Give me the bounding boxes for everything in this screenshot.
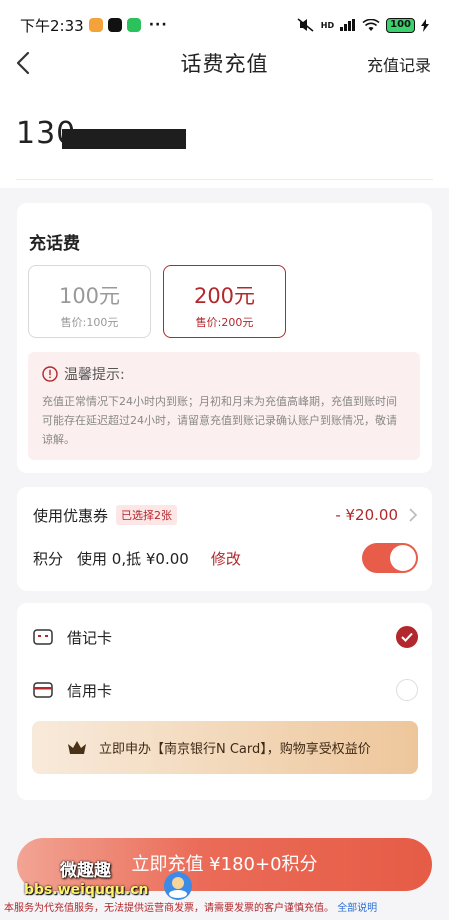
full-description-link[interactable]: 全部说明 bbox=[337, 903, 377, 914]
debit-radio-checked[interactable] bbox=[396, 626, 418, 648]
chevron-right-icon bbox=[409, 508, 418, 522]
credit-card-icon bbox=[33, 682, 53, 698]
coupon-row[interactable]: 使用优惠券 已选择2张 - ¥20.00 bbox=[33, 503, 418, 527]
network-type-label: HD bbox=[320, 20, 335, 30]
wechat-icon bbox=[126, 18, 141, 32]
section-title-recharge: 充话费 bbox=[29, 234, 80, 254]
credit-radio[interactable] bbox=[396, 679, 418, 701]
page-title: 话费充值 bbox=[180, 52, 269, 76]
price-label: 售价:100元 bbox=[60, 316, 119, 329]
watermark-url: bbs.weiququ.cn bbox=[24, 882, 149, 898]
payment-option-credit[interactable]: 信用卡 bbox=[33, 677, 418, 703]
wifi-icon bbox=[362, 18, 380, 31]
modify-points-link[interactable]: 修改 bbox=[211, 548, 241, 569]
watermark-title: 微趣趣 bbox=[60, 861, 111, 881]
amount-option-100[interactable]: 100元 售价:100元 bbox=[28, 265, 151, 338]
tiktok-icon bbox=[107, 18, 122, 32]
divider bbox=[16, 179, 433, 180]
more-notifications-icon: ··· bbox=[148, 17, 168, 33]
points-toggle[interactable] bbox=[362, 543, 418, 573]
charging-icon bbox=[421, 18, 429, 32]
toggle-knob bbox=[390, 545, 416, 571]
payment-method-card: 借记卡 信用卡 立即申办【南京银行N Card】，购物享受权益价 bbox=[17, 603, 432, 800]
amount-option-200[interactable]: 200元 售价:200元 bbox=[163, 265, 286, 338]
warning-icon bbox=[42, 366, 58, 382]
card-promo-banner[interactable]: 立即申办【南京银行N Card】，购物享受权益价 bbox=[32, 721, 418, 774]
credit-card-label: 信用卡 bbox=[67, 681, 113, 700]
mute-icon bbox=[297, 18, 314, 32]
app-notification-icon bbox=[88, 18, 103, 32]
tips-body: 充值正常情况下24小时内到账；月初和月末为充值高峰期，充值到账时间可能存在延迟超… bbox=[42, 395, 397, 446]
points-usage: 使用 0,抵 ¥0.00 bbox=[77, 549, 189, 568]
amount-label: 100元 bbox=[58, 284, 121, 308]
tips-title: 温馨提示: bbox=[64, 367, 125, 383]
debit-card-label: 借记卡 bbox=[67, 628, 113, 647]
status-time: 下午2:33 bbox=[20, 16, 84, 35]
promo-text: 立即申办【南京银行N Card】，购物享受权益价 bbox=[99, 742, 371, 757]
status-indicators: HD 100 bbox=[297, 17, 429, 33]
points-label: 积分 bbox=[33, 549, 64, 568]
discount-card: 使用优惠券 已选择2张 - ¥20.00 积分 使用 0,抵 ¥0.00 修改 bbox=[17, 487, 432, 591]
debit-card-icon bbox=[33, 629, 53, 645]
amount-label: 200元 bbox=[193, 284, 256, 308]
phone-number-section: 130 bbox=[0, 86, 449, 188]
price-label: 售价:200元 bbox=[195, 316, 254, 329]
signal-icon bbox=[340, 19, 356, 31]
recharge-record-link[interactable]: 充值记录 bbox=[367, 52, 431, 76]
coupon-label: 使用优惠券 bbox=[33, 506, 109, 525]
phone-number-redaction bbox=[62, 129, 186, 149]
payment-option-debit[interactable]: 借记卡 bbox=[33, 624, 418, 650]
check-icon bbox=[401, 632, 413, 642]
nav-bar: 话费充值 充值记录 bbox=[0, 40, 449, 86]
crown-icon bbox=[68, 740, 86, 754]
disclaimer-text: 本服务为代充值服务，无法提供运营商发票，请需要发票的客户谨慎充值。 bbox=[4, 903, 334, 914]
coupon-selected-badge: 已选择2张 bbox=[116, 505, 178, 525]
footer-disclaimer: 本服务为代充值服务，无法提供运营商发票，请需要发票的客户谨慎充值。 全部说明 bbox=[0, 898, 449, 920]
battery-icon: 100 bbox=[386, 17, 415, 33]
coupon-value: - ¥20.00 bbox=[335, 506, 398, 524]
points-row: 积分 使用 0,抵 ¥0.00 修改 bbox=[33, 543, 418, 573]
back-arrow-icon[interactable] bbox=[12, 49, 36, 77]
tips-header: 温馨提示: bbox=[42, 364, 406, 384]
recharge-card: 充话费 100元 售价:100元 200元 售价:200元 温馨提示: 充值正常… bbox=[17, 203, 432, 473]
warm-tips-box: 温馨提示: 充值正常情况下24小时内到账；月初和月末为充值高峰期，充值到账时间可… bbox=[28, 352, 420, 460]
